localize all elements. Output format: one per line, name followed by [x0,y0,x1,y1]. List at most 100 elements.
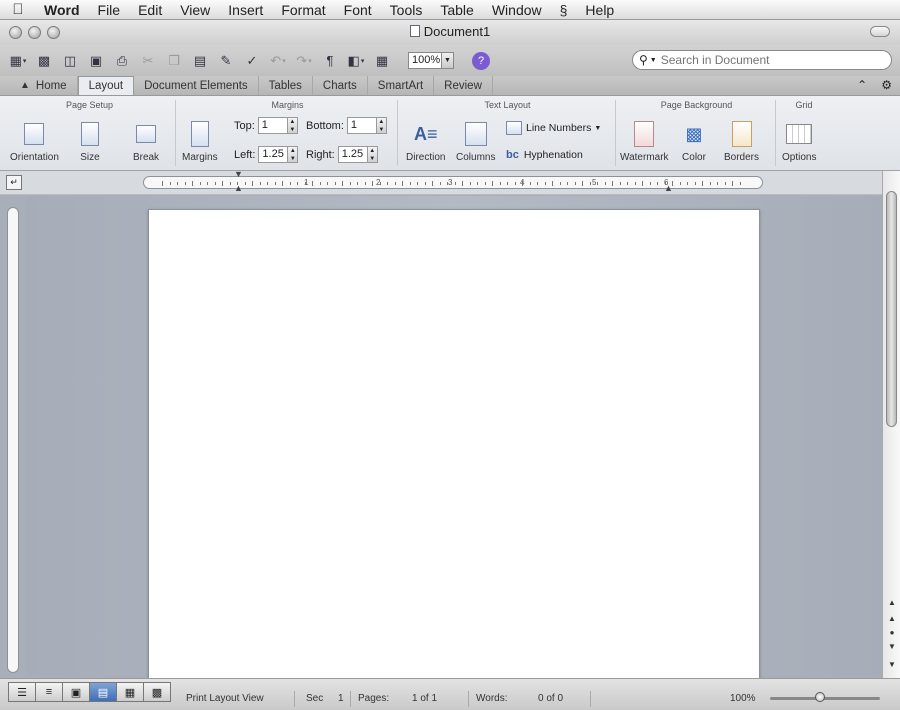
menu-file[interactable]: File [90,2,131,18]
margin-left-input[interactable]: 1.25 [258,146,289,163]
search-options-icon[interactable]: ▼ [650,57,657,64]
search-input[interactable] [660,53,871,67]
collapse-ribbon-icon[interactable]: ⌃ [857,78,867,92]
left-indent-handle[interactable]: ▲ [234,183,243,193]
ruler-tick [199,182,201,185]
scroll-thumb[interactable] [886,191,897,427]
menu-tools[interactable]: Tools [382,2,433,18]
ruler-tick [439,182,441,185]
ribbon-settings-icon[interactable]: ⚙ [881,78,892,92]
tab-charts[interactable]: Charts [313,76,368,95]
columns-button[interactable]: Columns [456,120,495,163]
gallery-icon[interactable]: ▩ [34,52,54,70]
next-page-icon[interactable]: ▼ [886,641,898,653]
format-painter-icon[interactable]: ✎ [216,52,236,70]
menu-window[interactable]: Window [484,2,552,18]
margins-button[interactable]: Margins [182,120,218,163]
open-icon[interactable]: ◫ [60,52,80,70]
tab-review[interactable]: Review [434,76,493,95]
media-browser-icon[interactable]: ▦ [372,52,392,70]
orientation-button[interactable]: Orientation [10,120,59,163]
ruler-number: 3 [448,178,453,187]
paste-icon[interactable]: ▤ [190,52,210,70]
status-words-value[interactable]: 0 of 0 [538,693,563,704]
pilcrow-icon[interactable]: ¶ [320,52,340,70]
size-button[interactable]: Size [76,120,104,163]
print-layout-view-icon[interactable]: ▤ [89,682,117,702]
menu-insert[interactable]: Insert [220,2,273,18]
tab-smartart[interactable]: SmartArt [368,76,435,95]
menu-font[interactable]: Font [336,2,382,18]
ruler-tick [559,182,561,185]
notebook-view-icon[interactable]: ▦ [116,682,144,702]
group-title: Page Background [660,100,733,110]
zoom-dropdown-icon[interactable]: ▼ [442,52,454,69]
margin-bottom-input[interactable]: 1 [346,117,377,134]
zoom-slider-knob[interactable] [815,692,825,702]
tab-tables[interactable]: Tables [259,76,313,95]
redo-icon[interactable]: ↷ ▾ [294,52,314,70]
page-color-button[interactable]: ▩ Color [680,120,708,164]
menu-table[interactable]: Table [432,2,483,18]
ruler-tick [552,181,553,186]
cut-icon[interactable]: ✂ [138,52,158,70]
draft-view-icon[interactable]: ☰ [8,682,36,702]
watermark-button[interactable]: Watermark [620,120,669,163]
margin-right-stepper[interactable]: ▲ ▼ [367,146,378,163]
scroll-up-icon[interactable]: ▲ [886,597,898,609]
zoom-value[interactable]: 100% [408,52,442,69]
grid-options-button[interactable]: Options [782,120,816,163]
direction-button[interactable]: A≡ Direction [406,120,445,164]
vertical-ruler[interactable] [7,207,19,673]
menu-edit[interactable]: Edit [130,2,172,18]
help-icon[interactable]: ? [472,51,490,70]
menu-format[interactable]: Format [273,2,335,18]
tab-layout[interactable]: Layout [77,76,135,95]
sidebar-icon[interactable]: ◧ ▾ [346,52,366,70]
browse-object-icon[interactable]: ● [886,627,898,639]
toolbar-toggle-button[interactable] [870,26,890,37]
ruler-tick [222,181,223,186]
outline-view-icon[interactable]: ≡ [35,682,63,702]
menu-bar:  Word File Edit View Insert Format Font… [0,0,900,20]
group-page-background: Page Background Watermark ▩ Color Border… [618,100,776,166]
full-screen-view-icon[interactable]: ▩ [143,682,171,702]
vertical-scrollbar[interactable]: ▲ ▲ ● ▼ ▼ [882,171,900,678]
line-numbers-button[interactable]: Line Numbers ▼ [506,121,601,135]
script-menu-icon[interactable]: § [552,2,578,18]
apple-menu-icon[interactable]:  [0,1,36,18]
borders-button[interactable]: Borders [724,120,759,163]
menu-help[interactable]: Help [577,2,624,18]
zoom-slider[interactable] [770,697,880,700]
margin-top-input[interactable]: 1 [257,117,288,134]
ruler-tick [297,182,298,185]
tab-document-elements[interactable]: Document Elements [134,76,259,95]
search-icon[interactable]: ⚲ [639,53,648,67]
document-page[interactable] [148,209,760,679]
margin-left-stepper[interactable]: ▲ ▼ [288,146,299,163]
save-icon[interactable]: ▣ [86,52,106,70]
previous-page-icon[interactable]: ▲ [886,613,898,625]
ruler-tick [589,182,591,185]
undo-icon[interactable]: ↶ ▾ [268,52,288,70]
spelling-icon[interactable]: ✓ [242,52,262,70]
margin-right-input[interactable]: 1.25 [337,146,368,163]
margin-bottom-stepper[interactable]: ▲ ▼ [376,117,387,134]
tab-home[interactable]: ▲ Home [10,76,78,95]
ruler-tick [739,182,741,185]
horizontal-ruler[interactable]: ▼ ▲ ▲ 1 2 3 4 5 6 [143,169,763,193]
new-document-icon[interactable]: ▦ ▾ [8,52,28,70]
menu-view[interactable]: View [172,2,220,18]
ruler-tick [432,181,433,186]
margin-top-stepper[interactable]: ▲ ▼ [287,117,298,134]
ruler-tick [574,182,576,185]
copy-icon[interactable]: ❐ [164,52,184,70]
hyphenation-button[interactable]: bc Hyphenation [506,149,583,161]
break-button[interactable]: Break [132,120,160,163]
first-line-indent-handle[interactable]: ▼ [234,169,243,179]
print-icon[interactable]: ⎙ [112,52,132,70]
publishing-view-icon[interactable]: ▣ [62,682,90,702]
tab-stop-selector-icon[interactable]: ↵ [6,175,22,190]
menu-app[interactable]: Word [36,2,90,18]
scroll-down-icon[interactable]: ▼ [886,659,898,671]
